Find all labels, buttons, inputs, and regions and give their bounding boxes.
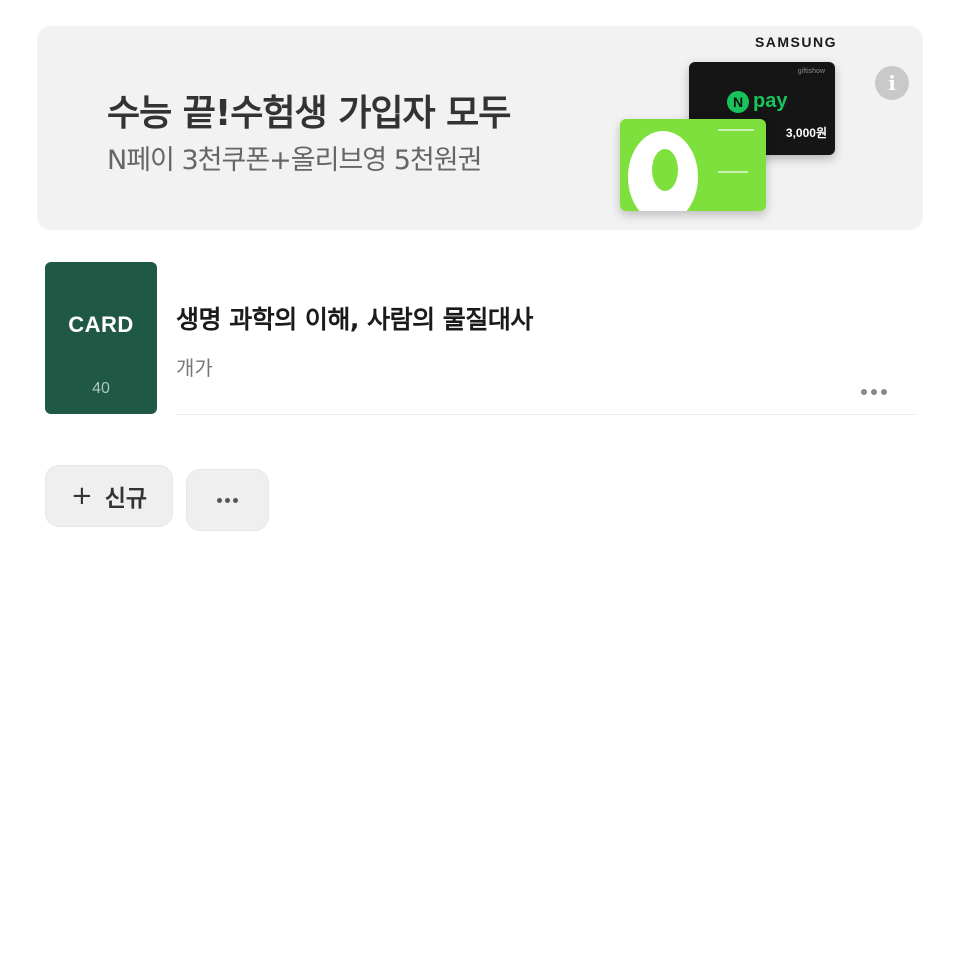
page: 수능 끝!수험생 가입자 모두 N페이 3천쿠폰+올리브영 5천원권 SAMSU… (0, 0, 960, 960)
more-button[interactable] (186, 469, 269, 531)
info-icon[interactable]: i (875, 66, 909, 100)
thumbnail-card-count: 40 (92, 380, 110, 397)
brand-logo: SAMSUNG (754, 34, 837, 50)
thumbnail-label: CARD (68, 312, 134, 337)
oliveyoung-gift-card-image (620, 119, 766, 211)
promo-banner[interactable]: 수능 끝!수험생 가입자 모두 N페이 3천쿠폰+올리브영 5천원권 SAMSU… (37, 26, 923, 230)
new-button-label: 신규 (104, 486, 148, 512)
npay-n-icon: N (727, 90, 749, 113)
giftcard-top-label: giftishow (797, 68, 825, 75)
npay-pay-text: pay (753, 90, 788, 112)
more-dots-icon (217, 497, 238, 503)
divider (176, 414, 916, 415)
npay-logo: N pay (727, 90, 787, 113)
plus-icon: + (70, 481, 93, 511)
card-set-title[interactable]: 생명 과학의 이해, 사람의 물질대사 (176, 300, 533, 336)
card-set-subtitle: 개가 (176, 356, 213, 380)
card-set-thumbnail[interactable]: CARD 40 (45, 262, 157, 414)
banner-subtitle: N페이 3천쿠폰+올리브영 5천원권 (107, 145, 482, 176)
giftcard-amount: 3,000원 (785, 126, 827, 140)
new-button[interactable]: + 신규 (45, 465, 173, 527)
item-more-options-icon[interactable] (856, 380, 892, 404)
banner-title: 수능 끝!수험생 가입자 모두 (107, 93, 511, 134)
